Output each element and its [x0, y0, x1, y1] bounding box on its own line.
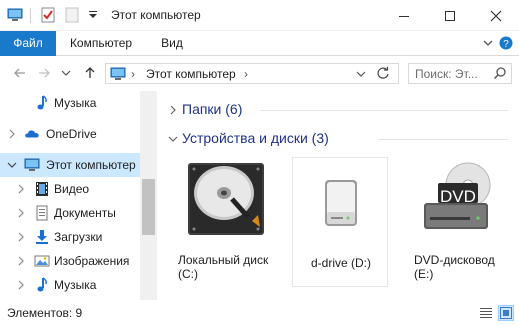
title-separator: [30, 8, 31, 23]
tab-view[interactable]: Вид: [157, 31, 187, 56]
back-button[interactable]: [10, 63, 30, 83]
breadcrumb-separator[interactable]: ›: [131, 67, 135, 81]
group-header-devices[interactable]: Устройства и диски (3): [158, 128, 519, 150]
expand-ribbon-icon[interactable]: [480, 35, 496, 51]
address-bar[interactable]: › Этот компьютер ›: [105, 63, 399, 84]
removable-drive-icon: [325, 180, 357, 226]
group-title: Папки (6): [182, 101, 243, 117]
content-pane: Папки (6) Устройства и диски (3) Локальн…: [158, 91, 519, 300]
group-header-folders[interactable]: Папки (6): [158, 99, 519, 121]
navigation-bar: › Этот компьютер › Поиск: Эт...: [0, 57, 519, 91]
sidebar-item-label: OneDrive: [46, 127, 97, 141]
group-divider: [260, 110, 508, 111]
new-folder-icon[interactable]: [64, 7, 80, 23]
scrollbar-thumb[interactable]: [142, 179, 155, 235]
chevron-down-icon[interactable]: [7, 159, 17, 171]
up-button[interactable]: [80, 63, 100, 83]
sidebar-item-label: Музыка: [54, 278, 97, 292]
item-count: Элементов: 9: [7, 306, 83, 320]
search-icon[interactable]: [493, 66, 507, 83]
sidebar-scrollbar[interactable]: [140, 91, 157, 300]
properties-icon[interactable]: [40, 7, 56, 23]
chevron-down-icon[interactable]: [168, 133, 178, 145]
sidebar-item-documents[interactable]: Документы: [0, 201, 140, 225]
search-placeholder: Поиск: Эт...: [415, 67, 478, 81]
minimize-button[interactable]: [381, 0, 427, 31]
title-bar: Этот компьютер: [0, 0, 519, 31]
close-button[interactable]: [473, 0, 519, 31]
computer-icon: [24, 157, 40, 173]
recent-locations-button[interactable]: [56, 63, 76, 83]
large-icons-view-icon[interactable]: [498, 305, 514, 321]
details-view-icon[interactable]: [478, 305, 494, 321]
sidebar-item-music[interactable]: Музыка: [0, 91, 140, 115]
computer-icon: [110, 66, 126, 85]
group-divider: [378, 139, 508, 140]
chevron-right-icon[interactable]: [16, 207, 26, 219]
drive-label: d-drive (D:): [311, 256, 372, 270]
music-icon: [34, 277, 50, 293]
chevron-right-icon[interactable]: [168, 104, 178, 116]
forward-button[interactable]: [34, 63, 54, 83]
maximize-button[interactable]: [427, 0, 473, 31]
chevron-right-icon[interactable]: [16, 183, 26, 195]
breadcrumb-separator[interactable]: ›: [244, 67, 248, 81]
sidebar-item-onedrive[interactable]: OneDrive: [0, 122, 140, 146]
breadcrumb[interactable]: Этот компьютер: [146, 67, 236, 81]
sidebar-item-label: Видео: [54, 182, 90, 196]
sidebar-item-label: Этот компьютер: [46, 158, 136, 172]
sidebar-item-label: Документы: [54, 206, 116, 220]
ribbon-tabs: Файл Компьютер Вид ?: [0, 31, 519, 56]
status-bar: Элементов: 9: [0, 300, 519, 325]
drive-tile-d[interactable]: d-drive (D:): [292, 157, 388, 287]
pictures-icon: [34, 253, 50, 269]
sidebar-item-music[interactable]: Музыка: [0, 273, 140, 297]
chevron-right-icon[interactable]: [16, 255, 26, 267]
hdd-icon: [188, 163, 264, 235]
drive-tile-c[interactable]: Локальный диск (C:): [178, 155, 274, 285]
sidebar-item-pictures[interactable]: Изображения: [0, 249, 140, 273]
sidebar-item-this-pc[interactable]: Этот компьютер: [0, 153, 140, 177]
chevron-right-icon[interactable]: [16, 279, 26, 291]
computer-icon[interactable]: [7, 7, 23, 23]
drive-tile-e[interactable]: DVD DVD-дисковод (E:): [408, 155, 504, 285]
music-icon: [34, 95, 50, 111]
address-dropdown-icon[interactable]: [356, 68, 366, 82]
documents-icon: [34, 205, 50, 221]
tab-computer[interactable]: Компьютер: [66, 31, 136, 56]
svg-text:?: ?: [503, 39, 509, 50]
help-icon[interactable]: ?: [498, 35, 514, 51]
search-input[interactable]: Поиск: Эт...: [408, 63, 512, 84]
sidebar-item-videos[interactable]: Видео: [0, 177, 140, 201]
window-title: Этот компьютер: [111, 8, 201, 22]
chevron-right-icon[interactable]: [16, 231, 26, 243]
sidebar-item-label: Изображения: [54, 254, 130, 268]
navigation-pane: Музыка OneDrive Этот компьютер Видео Док…: [0, 91, 157, 300]
tab-file[interactable]: Файл: [0, 31, 56, 56]
chevron-right-icon[interactable]: [7, 128, 17, 140]
downloads-icon: [34, 229, 50, 245]
group-title: Устройства и диски (3): [182, 130, 329, 146]
customize-toolbar-icon[interactable]: [85, 7, 101, 23]
video-icon: [34, 181, 50, 197]
drive-label: DVD-дисковод (E:): [414, 253, 495, 281]
refresh-icon[interactable]: [376, 66, 390, 83]
onedrive-icon: [24, 126, 40, 142]
dvd-badge: DVD: [440, 187, 476, 206]
sidebar-item-downloads[interactable]: Загрузки: [0, 225, 140, 249]
sidebar-item-label: Музыка: [54, 96, 97, 110]
sidebar-item-label: Загрузки: [54, 230, 103, 244]
drive-label: Локальный диск (C:): [178, 253, 269, 281]
